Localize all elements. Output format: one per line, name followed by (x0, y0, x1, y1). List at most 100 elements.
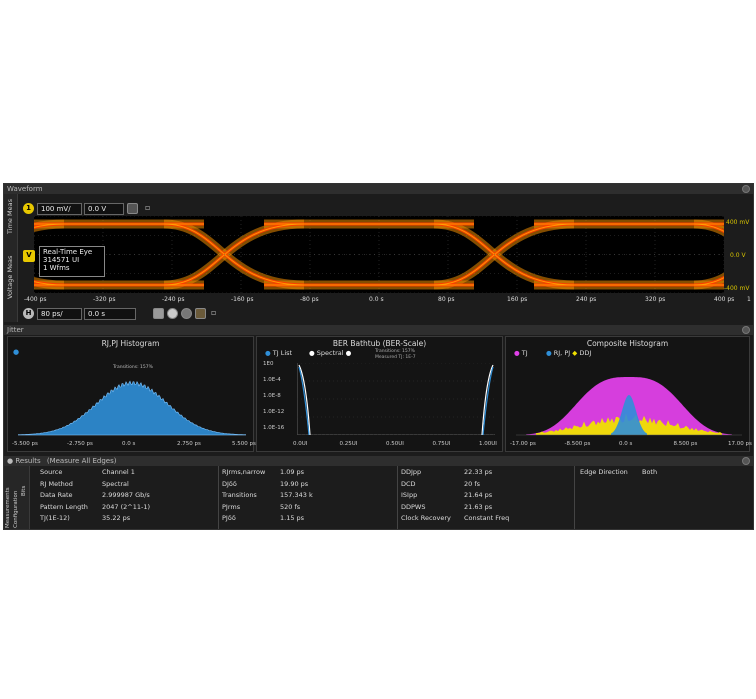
bathtub-legend-spectral: ● Spectral ● (309, 349, 352, 357)
waveform-side-tabs: Time Meas Voltage Meas (4, 194, 18, 322)
tab-measurements[interactable]: Measurements (5, 487, 11, 528)
composite-legend-rjpj: ● RJ, PJ ◆ DDJ (546, 349, 592, 357)
bathtub-note-1: Transitions: 157% (375, 349, 415, 354)
bathtub-title: BER Bathtub (BER-Scale) (332, 339, 427, 348)
rjpj-legend-dot: ● (13, 348, 20, 356)
tick-label: -80 ps (300, 296, 319, 303)
tick-label: 1.0E-8 (263, 393, 281, 399)
tick-label: -5.500 ps (12, 441, 38, 447)
result-value: Channel 1 (102, 468, 135, 476)
tick-label: 80 ps (438, 296, 455, 303)
tick-label: 240 ps (576, 296, 597, 303)
result-value: 2047 (2^11-1) (102, 502, 151, 511)
tick-label: 0.0UI (293, 441, 308, 447)
results-divider-2 (397, 466, 398, 529)
eye-info-box: Real-Time Eye 314571 UI 1 Wfms (39, 246, 105, 277)
timebase-badge[interactable]: H (23, 308, 34, 319)
jitter-titlebar: Jitter (4, 325, 753, 335)
layout-icon[interactable] (195, 308, 206, 319)
bathtub-legend-spectral-label: Spectral (316, 349, 344, 357)
tick-label: 5.500 ps (232, 441, 256, 447)
tick-label: -8.500 ps (564, 441, 591, 447)
result-value: 1.09 ps (280, 468, 305, 476)
bathtub-legend-tj: ● TJ List (265, 349, 293, 357)
tick-label: 0.75UI (432, 441, 451, 447)
tick-label: 1.0E-16 (263, 425, 285, 431)
result-value: Both (642, 468, 658, 476)
bathtub-plot (297, 363, 495, 435)
result-value: 1.15 ps (280, 514, 305, 522)
vertical-scale-field[interactable]: 100 mV/ (37, 203, 82, 215)
results-close-icon[interactable] (742, 457, 750, 465)
tick-label: -320 ps (93, 296, 116, 303)
results-divider-3 (574, 466, 575, 529)
tick-label: 1E0 (263, 361, 274, 367)
restore-icon-2[interactable]: ▫ (211, 308, 216, 317)
tab-voltage-meas[interactable]: Voltage Meas (6, 256, 14, 299)
tick-label: 320 ps (645, 296, 666, 303)
restore-icon[interactable]: ▫ (145, 203, 150, 212)
waveform-close-icon[interactable] (742, 185, 750, 193)
result-value: Spectral (102, 479, 129, 488)
tick-label: 1.00UI (479, 441, 497, 447)
result-key: Transitions (222, 491, 257, 499)
tick-label: -160 ps (231, 296, 254, 303)
result-key: Source (40, 468, 63, 476)
eye-info-title: Real-Time Eye (43, 248, 93, 256)
results-divider-1 (218, 466, 219, 529)
result-value: 22.33 ps (464, 468, 493, 476)
result-key: DCD (401, 479, 416, 488)
jitter-analysis-window: Waveform Time Meas Voltage Meas 1 100 mV… (3, 183, 754, 530)
result-value: Constant Freq (464, 514, 510, 522)
result-key: RJ Method (40, 479, 73, 488)
tick-label: 17.00 ps (728, 441, 752, 447)
tab-time-meas[interactable]: Time Meas (6, 199, 14, 234)
bathtub-note-2: Measured TJ: 1E-7 (375, 355, 416, 360)
composite-legend-rjpj-label: RJ, PJ (553, 349, 571, 357)
tick-label: 1.0E-4 (263, 377, 281, 383)
tick-label: -2.750 ps (67, 441, 93, 447)
tab-configuration[interactable]: Configuration (13, 491, 19, 528)
result-key: ISIpp (401, 491, 418, 499)
results-side-tabs: Measurements Configuration Bits (4, 466, 30, 529)
eye-info-ui: 314571 UI (43, 256, 80, 264)
jitter-close-icon[interactable] (742, 326, 750, 334)
jitter-title: Jitter (7, 326, 24, 334)
zoom-icon[interactable] (167, 308, 178, 319)
stop-icon[interactable] (153, 308, 164, 319)
composite-legend-tj: ● TJ (514, 349, 528, 357)
ber-bathtub-panel: BER Bathtub (BER-Scale) ● TJ List ● Spec… (256, 336, 503, 452)
plus-icon[interactable] (127, 203, 138, 214)
result-key: PJδδ (222, 514, 236, 522)
result-value: 21.63 ps (464, 502, 493, 511)
results-titlebar: ● Results (Measure All Edges) (4, 456, 753, 466)
trigger-level-marker[interactable]: V (23, 250, 35, 262)
tick-label: -17.00 ps (510, 441, 536, 447)
y-label-top: 400 mV (726, 219, 750, 226)
waveform-title: Waveform (7, 185, 43, 193)
result-key: DDPWS (401, 502, 426, 511)
composite-legend-tj-label: TJ (521, 349, 528, 357)
result-key: TJ(1E-12) (40, 514, 70, 522)
tick-label: 0.0 s (369, 296, 384, 303)
tab-bits[interactable]: Bits (21, 486, 27, 496)
result-value: 2.999987 Gb/s (102, 491, 150, 499)
tick-label: 400 ps (714, 296, 735, 303)
horizontal-position-field[interactable]: 0.0 s (84, 308, 136, 320)
tick-label: 0.50UI (386, 441, 404, 447)
record-icon[interactable] (181, 308, 192, 319)
result-value: 20 fs (464, 479, 481, 488)
result-key: Data Rate (40, 491, 73, 499)
result-value: 19.90 ps (280, 479, 309, 488)
result-value: 21.64 ps (464, 491, 493, 499)
vertical-offset-field[interactable]: 0.0 V (84, 203, 124, 215)
waveform-titlebar: Waveform (4, 184, 753, 194)
result-key: Pattern Length (40, 502, 88, 511)
channel-1-badge[interactable]: 1 (23, 203, 34, 214)
x-axis-end-marker: 1 (747, 296, 751, 303)
rjpj-histogram-panel: RJ,PJ Histogram ● Transitions: 157% -5.5… (7, 336, 256, 452)
eye-diagram-plot (34, 216, 724, 293)
result-key: PJrms (222, 502, 241, 511)
bathtub-legend-tj-label: TJ List (272, 349, 293, 357)
horizontal-scale-field[interactable]: 80 ps/ (37, 308, 82, 320)
